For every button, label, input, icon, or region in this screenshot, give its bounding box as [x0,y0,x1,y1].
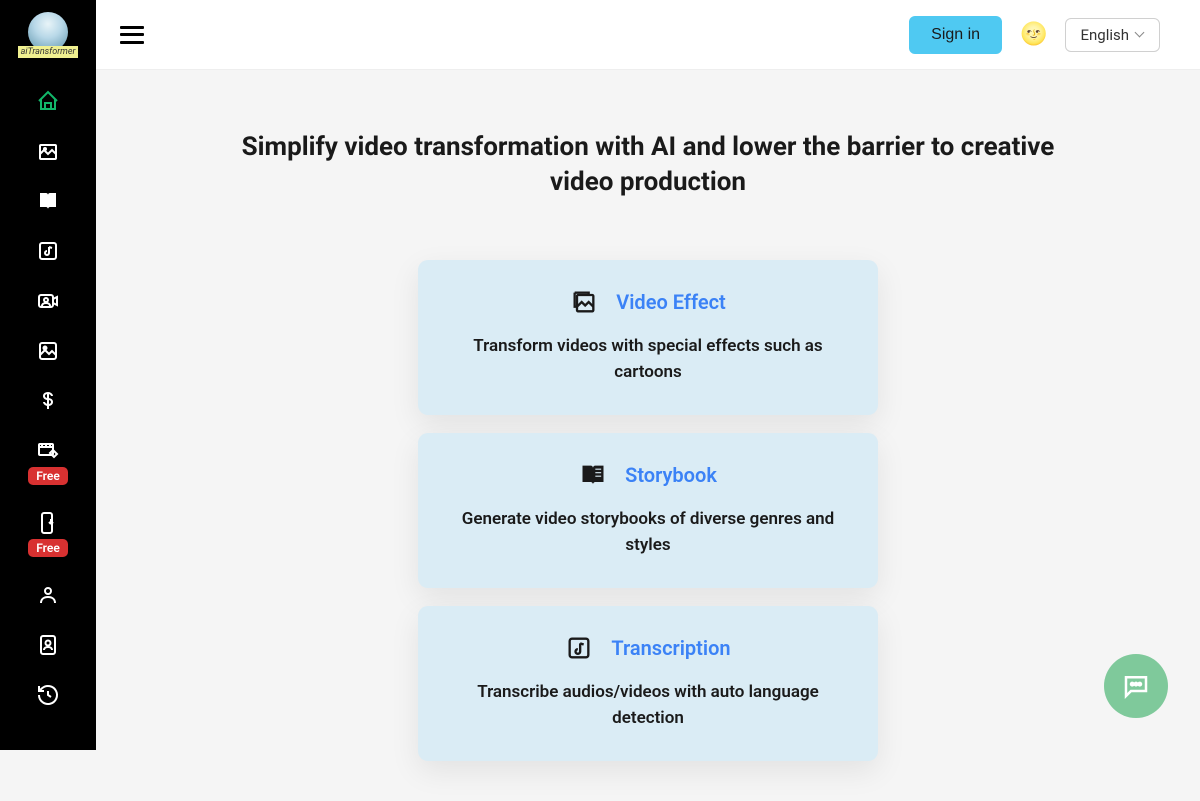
card-title: Video Effect [616,290,726,314]
theme-toggle[interactable]: 🌝 [1020,22,1047,47]
user-badge-icon [36,633,60,657]
book-icon [36,189,60,213]
user-icon [36,583,60,607]
sidebar-item-video-edit[interactable]: Free [0,426,96,498]
card-storybook[interactable]: Storybook Generate video storybooks of d… [418,433,878,588]
signin-button[interactable]: Sign in [909,16,1002,54]
image-icon [36,339,60,363]
card-video-effect[interactable]: Video Effect Transform videos with speci… [418,260,878,415]
sidebar-item-video-person[interactable] [0,276,96,326]
menu-button[interactable] [120,26,144,44]
video-person-icon [36,289,60,313]
home-icon [36,89,60,113]
image-gallery-icon [36,139,60,163]
language-select[interactable]: English [1065,18,1160,52]
card-desc: Transcribe audios/videos with auto langu… [446,680,850,731]
music-note-icon [36,239,60,263]
card-title: Transcription [611,636,730,660]
dollar-icon [36,389,60,413]
chat-button[interactable] [1104,654,1168,718]
sidebar-item-music[interactable] [0,226,96,276]
phone-download-icon [36,511,60,535]
sidebar: aiTransformer Free Free [0,0,96,750]
free-badge: Free [28,539,68,557]
transcription-icon [565,634,593,662]
sidebar-item-user-badge[interactable] [0,620,96,670]
language-label: English [1080,26,1129,44]
sidebar-item-book[interactable] [0,176,96,226]
storybook-icon [579,461,607,489]
sidebar-item-image[interactable] [0,326,96,376]
card-desc: Transform videos with special effects su… [446,334,850,385]
chat-icon [1121,671,1151,701]
chevron-down-icon [1135,30,1145,40]
card-transcription[interactable]: Transcription Transcribe audios/videos w… [418,606,878,761]
card-desc: Generate video storybooks of diverse gen… [446,507,850,558]
card-title: Storybook [625,463,717,487]
sidebar-item-user[interactable] [0,570,96,620]
video-edit-icon [36,439,60,463]
history-icon [36,683,60,707]
sidebar-item-history[interactable] [0,670,96,720]
feature-cards: Video Effect Transform videos with speci… [418,260,878,801]
logo-text: aiTransformer [18,46,79,58]
logo[interactable]: aiTransformer [16,8,80,62]
sidebar-item-pricing[interactable] [0,376,96,426]
sidebar-item-image-gallery[interactable] [0,126,96,176]
free-badge: Free [28,467,68,485]
sidebar-item-phone-download[interactable]: Free [0,498,96,570]
main-content: Simplify video transformation with AI an… [96,0,1200,750]
header: Sign in 🌝 English [96,0,1200,70]
hero-title: Simplify video transformation with AI an… [198,130,1098,200]
sidebar-item-home[interactable] [0,76,96,126]
image-effect-icon [570,288,598,316]
